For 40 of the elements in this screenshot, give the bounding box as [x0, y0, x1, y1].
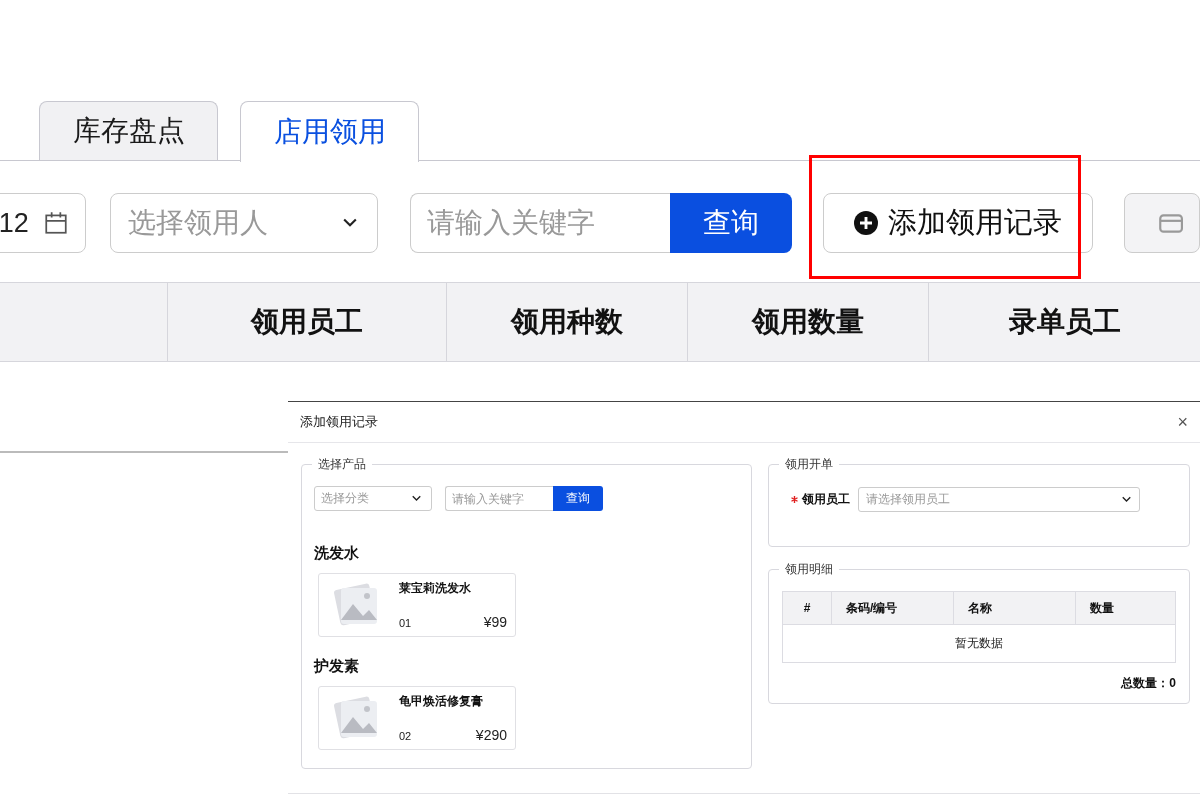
column-header: 数量: [1075, 592, 1175, 624]
calendar-icon: [42, 210, 69, 236]
search-field[interactable]: 请输入关键字: [445, 486, 553, 511]
close-button[interactable]: ×: [1173, 411, 1192, 433]
column-header: 条码/编号: [831, 592, 953, 624]
field-label-text: 领用员工: [802, 491, 850, 508]
product-card[interactable]: 莱宝莉洗发水 01 ¥99: [318, 573, 516, 637]
column-header: 领用数量: [687, 283, 928, 361]
product-code: 02: [399, 730, 412, 742]
tab[interactable]: 库存盘点: [39, 101, 218, 160]
column-header: 名称: [953, 592, 1075, 624]
total-quantity: 总数量：0: [1121, 675, 1176, 692]
chevron-down-icon: [1122, 496, 1131, 503]
search-field[interactable]: 请输入关键字: [409, 193, 670, 253]
add-record-button[interactable]: 添加领用记录: [822, 193, 1093, 253]
product-name: 龟甲焕活修复膏: [399, 693, 484, 710]
product-code: 01: [399, 617, 412, 629]
plus-circle-icon: [853, 211, 878, 235]
product-card[interactable]: 龟甲焕活修复膏 02 ¥290: [318, 686, 516, 750]
product-name: 莱宝莉洗发水: [399, 580, 472, 597]
chevron-down-icon: [412, 495, 421, 502]
search-button[interactable]: 查询: [553, 486, 603, 511]
category-title: 洗发水: [314, 544, 360, 563]
category-title: 护发素: [314, 657, 360, 676]
print-button[interactable]: [1123, 193, 1200, 253]
tab[interactable]: 店用领用: [240, 101, 419, 162]
product-price: ¥290: [475, 727, 507, 743]
fieldset-legend: 选择产品: [312, 456, 372, 473]
chevron-down-icon: [342, 218, 357, 228]
column-header: 领用员工: [167, 283, 446, 361]
column-header: 领用种数: [446, 283, 687, 361]
empty-message: 暂无数据: [955, 635, 1003, 652]
product-price: ¥99: [483, 614, 507, 630]
search-button[interactable]: 查询: [669, 193, 792, 253]
fieldset-legend: 领用开单: [779, 456, 839, 473]
column-header: 录单员工: [928, 283, 1200, 361]
date-field[interactable]: 12: [0, 193, 86, 253]
dialog-title: 添加领用记录: [300, 413, 378, 431]
column-header: #: [802, 600, 812, 617]
fieldset-legend: 领用明细: [779, 561, 839, 578]
